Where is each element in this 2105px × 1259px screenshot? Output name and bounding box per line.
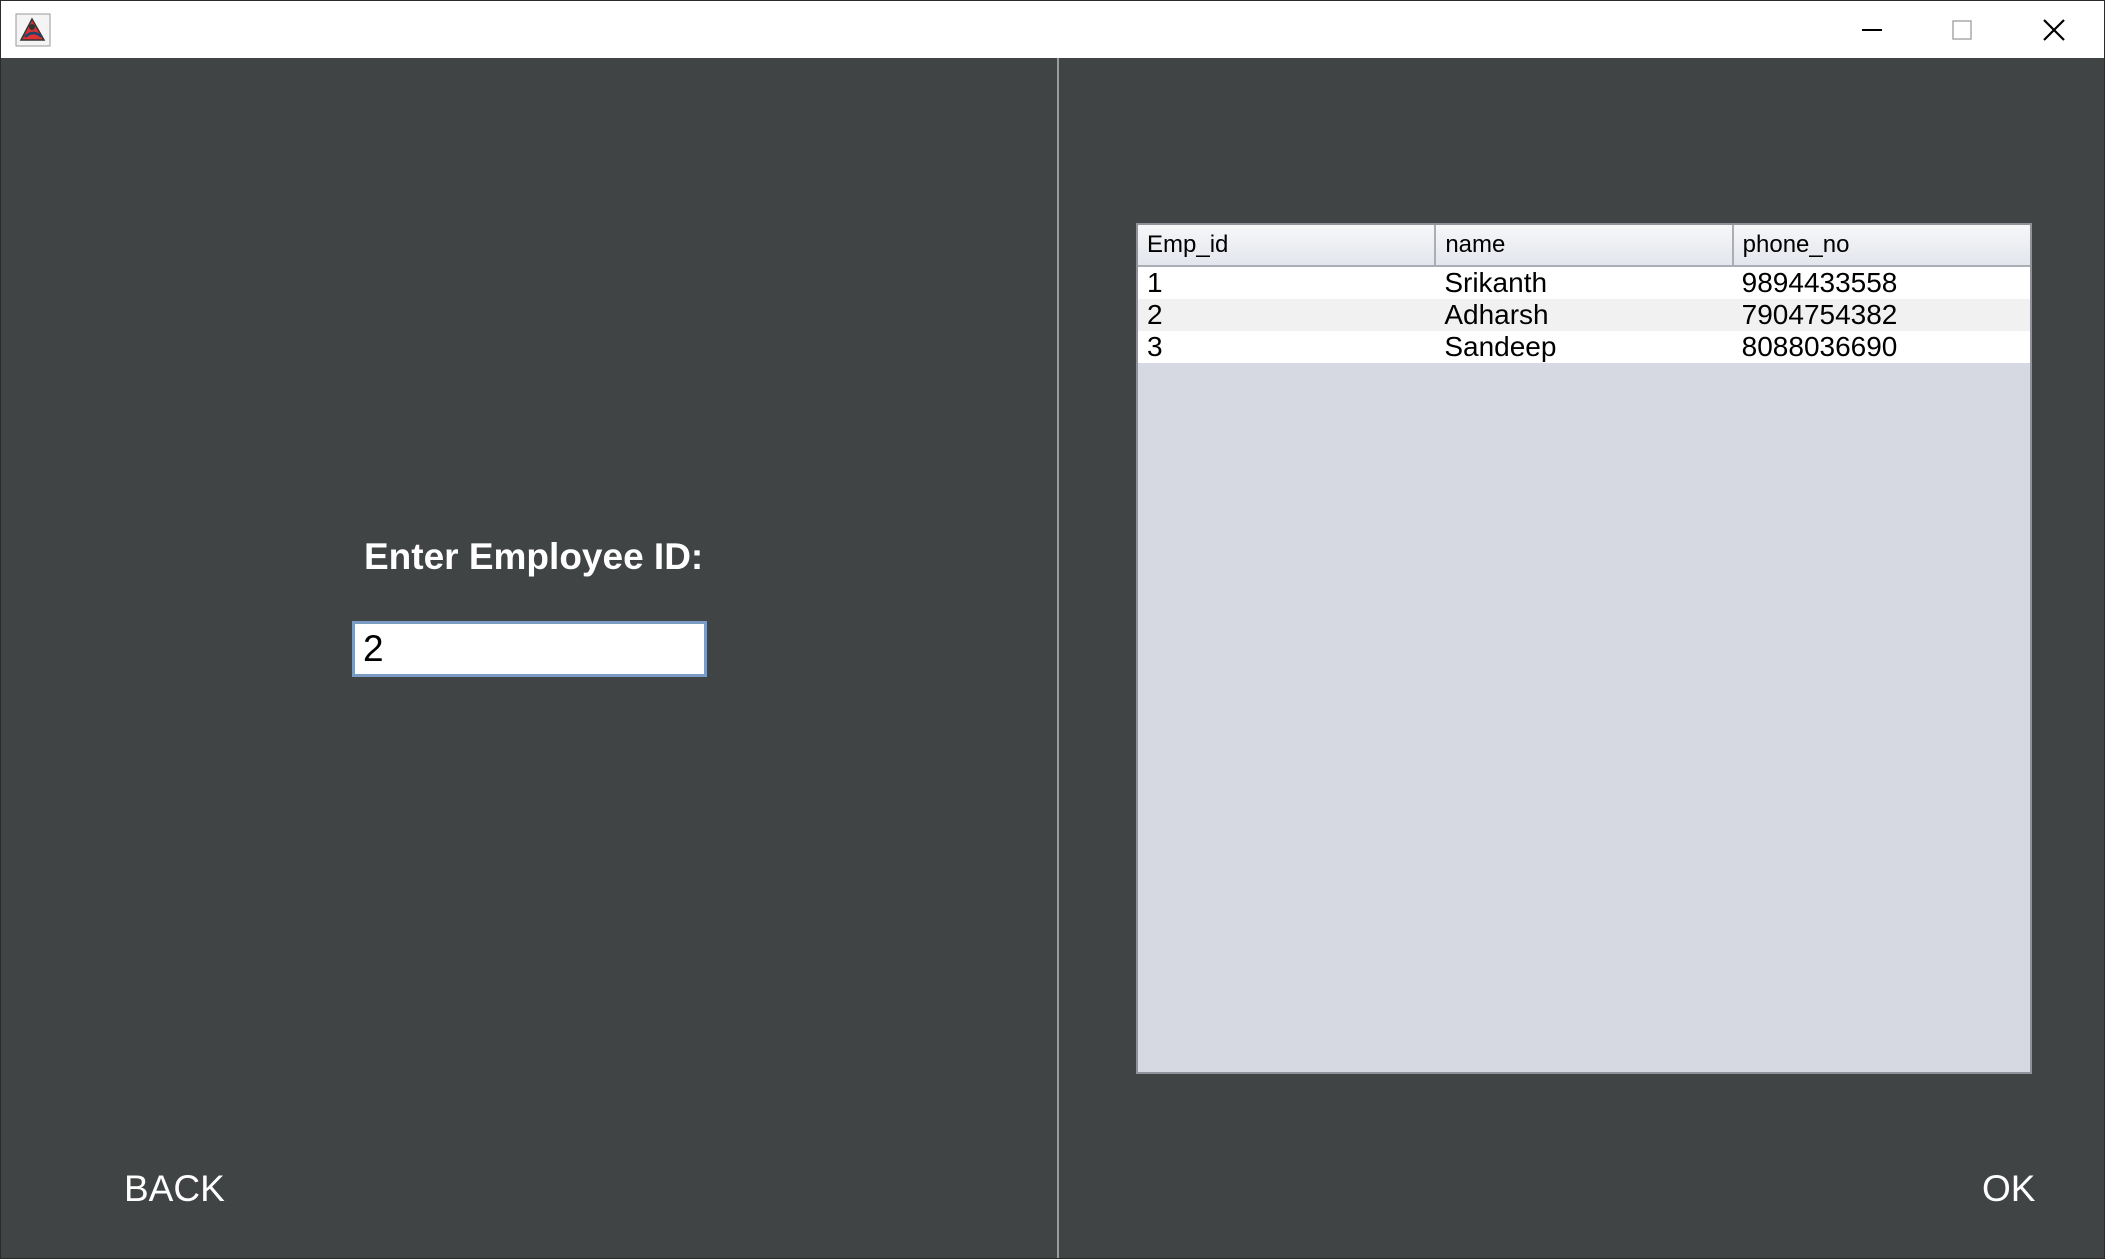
- employee-table-scrollpane[interactable]: Emp_id name phone_no 1 Srikanth 98944335…: [1136, 223, 2032, 1074]
- table-cell-phone-no[interactable]: 7904754382: [1732, 299, 2030, 331]
- minimize-button[interactable]: [1827, 1, 1917, 58]
- table-row[interactable]: 1 Srikanth 9894433558: [1138, 266, 2030, 299]
- table-cell-name[interactable]: Sandeep: [1435, 331, 1733, 363]
- input-panel: Enter Employee ID: BACK: [1, 58, 1057, 1258]
- ok-button[interactable]: OK: [1982, 1168, 2035, 1210]
- column-header-phone-no[interactable]: phone_no: [1732, 225, 2030, 267]
- table-row[interactable]: 2 Adharsh 7904754382: [1138, 299, 2030, 331]
- column-header-name[interactable]: name: [1435, 225, 1734, 267]
- close-icon: [2042, 18, 2066, 42]
- java-app-icon: [15, 13, 51, 47]
- table-cell-phone-no[interactable]: 8088036690: [1732, 331, 2030, 363]
- employee-table: Emp_id name phone_no 1 Srikanth 98944335…: [1138, 225, 2030, 363]
- maximize-icon: [1951, 19, 1973, 41]
- table-cell-phone-no[interactable]: 9894433558: [1732, 266, 2030, 299]
- employee-id-label: Enter Employee ID:: [364, 536, 704, 577]
- close-button[interactable]: [2009, 1, 2099, 58]
- table-panel: Emp_id name phone_no 1 Srikanth 98944335…: [1059, 58, 2104, 1258]
- employee-id-input[interactable]: [352, 621, 707, 677]
- maximize-button[interactable]: [1917, 1, 2007, 58]
- back-button[interactable]: BACK: [124, 1168, 225, 1210]
- table-cell-name[interactable]: Srikanth: [1435, 266, 1733, 299]
- content-area: Enter Employee ID: BACK Emp_id name phon…: [1, 58, 2104, 1258]
- table-row[interactable]: 3 Sandeep 8088036690: [1138, 331, 2030, 363]
- app-window: Enter Employee ID: BACK Emp_id name phon…: [0, 0, 2105, 1259]
- title-bar: [1, 1, 2104, 58]
- table-header-row: Emp_id name phone_no: [1138, 225, 2030, 267]
- table-cell-emp-id[interactable]: 2: [1138, 299, 1436, 331]
- table-cell-name[interactable]: Adharsh: [1435, 299, 1733, 331]
- table-cell-emp-id[interactable]: 1: [1138, 266, 1436, 299]
- column-header-emp-id[interactable]: Emp_id: [1138, 225, 1437, 267]
- minimize-icon: [1861, 19, 1883, 41]
- table-cell-emp-id[interactable]: 3: [1138, 331, 1436, 363]
